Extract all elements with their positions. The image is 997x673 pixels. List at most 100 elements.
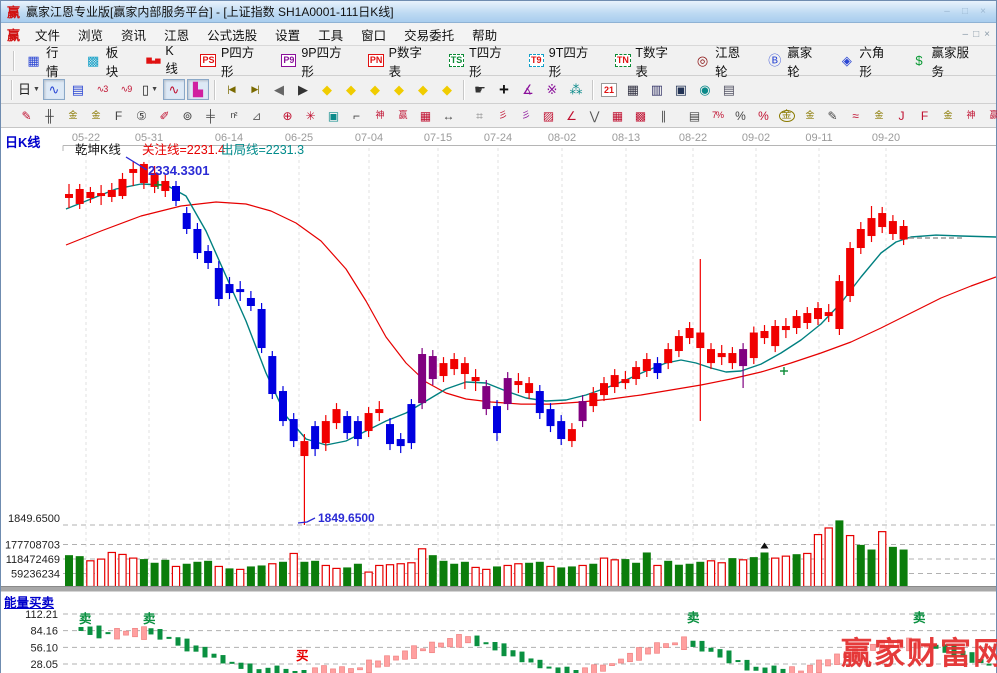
window-control-0[interactable]: – xyxy=(940,6,954,17)
prev-page-button[interactable]: ◀ xyxy=(268,79,290,100)
starburst-tool[interactable]: ✳ xyxy=(300,107,321,125)
print-button[interactable]: ▤ xyxy=(718,79,740,100)
red-grid2-tool[interactable]: ▩ xyxy=(630,107,651,125)
pen-knife-tool[interactable]: ✎ xyxy=(16,107,37,125)
toolbar-赢家轮-button[interactable]: Ⓑ赢家轮 xyxy=(759,39,831,83)
crosshair-button[interactable]: + xyxy=(493,79,515,100)
window-control-2[interactable]: × xyxy=(976,6,990,17)
parallel-tool[interactable]: ∥ xyxy=(653,107,674,125)
toolbar-P数字表-button[interactable]: PNP数字表 xyxy=(361,39,441,83)
toolbar-赢家服务-button[interactable]: $赢家服务 xyxy=(903,39,988,83)
pct-tool[interactable]: % xyxy=(730,107,751,125)
chart-canvas[interactable]: 05-2205-3106-1406-2507-0407-1507-2408-02… xyxy=(1,128,996,673)
gann-east-button[interactable]: ◆ xyxy=(340,79,362,100)
gold-angle-tool[interactable]: 金 xyxy=(937,107,958,125)
wave9-icon: ∿9 xyxy=(121,85,132,94)
toolbar-K线-button[interactable]: ▆▃▅K线 xyxy=(137,41,193,80)
frame-icon: ⌗ xyxy=(476,110,483,122)
gold-line2-tool[interactable]: 金 xyxy=(868,107,889,125)
candle-style-icon: ▯ xyxy=(142,83,149,96)
cycle-button[interactable]: ⁂ xyxy=(565,79,587,100)
target-grid-tool[interactable]: ▣ xyxy=(323,107,344,125)
spiral-grid-tool[interactable]: ⑤ xyxy=(131,107,152,125)
frame-tool[interactable]: ⌗ xyxy=(469,107,490,125)
pen-ruler-icon: ✐ xyxy=(159,110,169,122)
grid-123-tool[interactable]: ▦ xyxy=(415,107,436,125)
angle-button[interactable]: ∡ xyxy=(517,79,539,100)
chart-area[interactable]: 05-2205-3106-1406-2507-0407-1507-2408-02… xyxy=(1,128,996,673)
gann-horizontal-button[interactable]: ◆ xyxy=(364,79,386,100)
gold-line-tool[interactable]: 金 xyxy=(799,107,820,125)
first-page-icon: |◀ xyxy=(227,85,234,94)
web-button[interactable]: ◉ xyxy=(694,79,716,100)
toolbar-六角形-button[interactable]: ◈六角形 xyxy=(831,39,903,83)
ying-grid-tool[interactable]: 赢 xyxy=(392,107,413,125)
save-button[interactable]: ▣ xyxy=(670,79,692,100)
shen-angle-tool[interactable]: 神 xyxy=(960,107,981,125)
gann-west-button[interactable]: ◆ xyxy=(316,79,338,100)
f-angle-tool[interactable]: F xyxy=(914,107,935,125)
angle-lines-tool[interactable]: ∠ xyxy=(561,107,582,125)
pan-hand-button[interactable]: ☛ xyxy=(469,79,491,100)
fan-box-tool[interactable]: ▨ xyxy=(538,107,559,125)
save-icon: ▣ xyxy=(675,83,687,96)
n2-ruler-tool[interactable]: n² xyxy=(223,107,244,125)
compass-icon: ⊚ xyxy=(182,110,192,122)
period-day-button[interactable]: 日▼ xyxy=(17,79,41,100)
pct7-tool[interactable]: 7% xyxy=(707,107,728,125)
compass-tool[interactable]: ⊚ xyxy=(177,107,198,125)
brush-tool[interactable]: ✎ xyxy=(822,107,843,125)
calendar-21-button[interactable]: 21 xyxy=(598,79,620,100)
window-controls[interactable]: –□ × xyxy=(940,6,990,17)
pen-ruler-tool[interactable]: ✐ xyxy=(154,107,175,125)
trend-red-button[interactable]: ∿ xyxy=(163,79,185,100)
measure-bars-icon: ▤ xyxy=(689,110,700,122)
toolbar-9P四方形-button[interactable]: P99P四方形 xyxy=(273,39,360,83)
grid-ruler-tool[interactable]: ╫ xyxy=(39,107,60,125)
dropdown-caret-icon: ▼ xyxy=(33,86,40,93)
j-angle-tool[interactable]: J xyxy=(891,107,912,125)
first-page-button[interactable]: |◀ xyxy=(220,79,242,100)
shen-grid-tool[interactable]: 神 xyxy=(369,107,390,125)
pct-line-tool[interactable]: % xyxy=(753,107,774,125)
memo-button[interactable]: ▤ xyxy=(67,79,89,100)
red-grid-tool[interactable]: ▦ xyxy=(607,107,628,125)
candle-style-button[interactable]: ▯▼ xyxy=(139,79,161,100)
fan-red-tool[interactable]: 彡 xyxy=(492,107,513,125)
toolbar-P四方形-button[interactable]: PSP四方形 xyxy=(193,39,273,83)
last-page-button[interactable]: ▶| xyxy=(244,79,266,100)
toolbar-行情-button[interactable]: ▦行情 xyxy=(18,39,78,83)
toolbar-T四方形-button[interactable]: TST四方形 xyxy=(441,39,521,83)
span-arrows-tool[interactable]: ↔ xyxy=(438,107,459,125)
angle-ruler-tool[interactable]: ⊿ xyxy=(246,107,267,125)
next-page-button[interactable]: ▶ xyxy=(292,79,314,100)
notepad-button[interactable]: ▥ xyxy=(646,79,668,100)
gold-grid-tool[interactable]: 金 xyxy=(62,107,83,125)
measure-bars-tool[interactable]: ▤ xyxy=(684,107,705,125)
wave9-button[interactable]: ∿9 xyxy=(115,79,137,100)
gann-all-button[interactable]: ◆ xyxy=(412,79,434,100)
toolbar-T数字表-button[interactable]: TNT数字表 xyxy=(607,39,687,83)
window-control-1[interactable]: □ xyxy=(958,6,972,17)
toolbar-江恩轮-button[interactable]: ◎江恩轮 xyxy=(687,39,759,83)
gold-grid2-tool[interactable]: 金 xyxy=(85,107,106,125)
circle-cross-tool[interactable]: ⊕ xyxy=(277,107,298,125)
vee-lines-tool[interactable]: ⋁ xyxy=(584,107,605,125)
profile-histogram-button[interactable]: ▙ xyxy=(187,79,209,100)
toolbar-板块-button[interactable]: ▩板块 xyxy=(78,39,138,83)
ruler-tool[interactable]: ╪ xyxy=(200,107,221,125)
gold-circle-tool[interactable]: 金 xyxy=(776,107,797,125)
trend-blue-button[interactable]: ∿ xyxy=(43,79,65,100)
toolbar-9T四方形-button[interactable]: T99T四方形 xyxy=(521,39,608,83)
bracket-tool[interactable]: ⌐ xyxy=(346,107,367,125)
wave-tool[interactable]: ≈ xyxy=(845,107,866,125)
ying-angle-tool[interactable]: 赢 xyxy=(983,107,997,125)
f-grid-tool[interactable]: F xyxy=(108,107,129,125)
title-bar[interactable]: 赢 赢家江恩专业版[赢家内部服务平台] - [上证指数 SH1A0001-111… xyxy=(1,1,996,23)
fan-purple-tool[interactable]: 彡 xyxy=(515,107,536,125)
calculator-button[interactable]: ▦ xyxy=(622,79,644,100)
gann-box-button[interactable]: ※ xyxy=(541,79,563,100)
gann-star-button[interactable]: ◆ xyxy=(436,79,458,100)
gann-diagonal-button[interactable]: ◆ xyxy=(388,79,410,100)
wave3-button[interactable]: ∿3 xyxy=(91,79,113,100)
